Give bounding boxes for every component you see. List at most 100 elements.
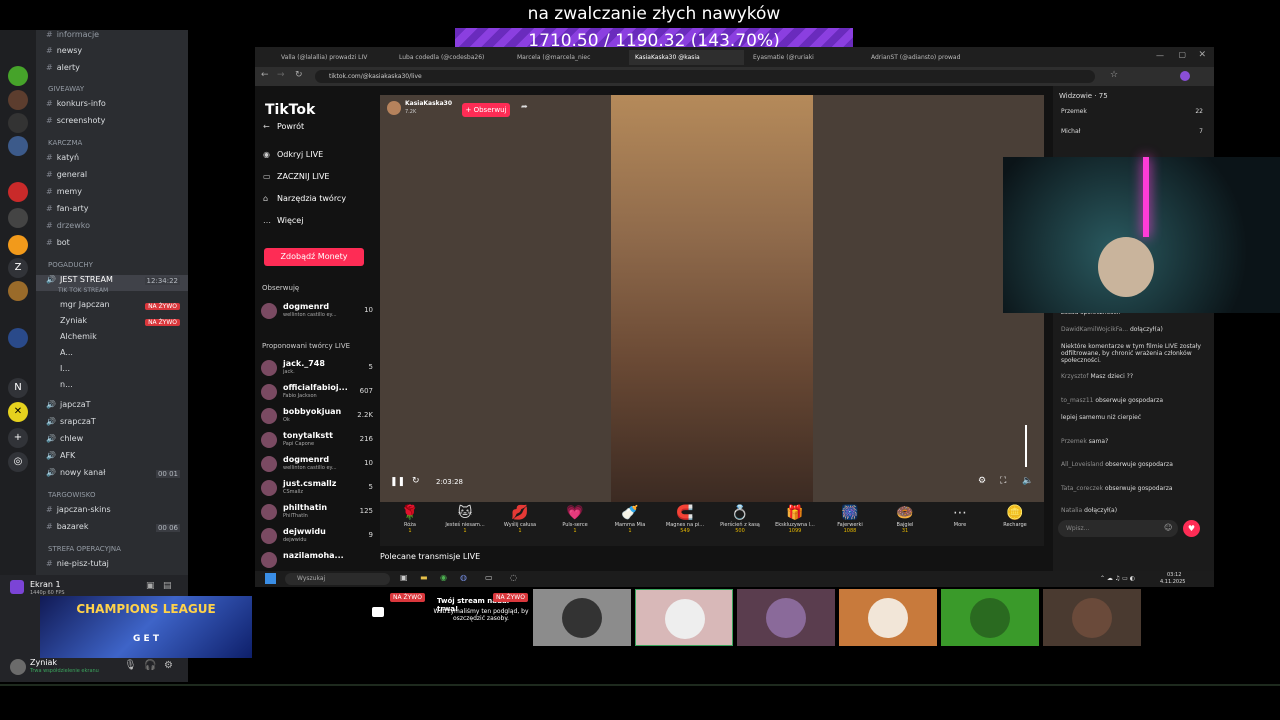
viewer-item[interactable]: Przemek 22	[1061, 108, 1211, 115]
volume-icon[interactable]: 🔈	[1022, 476, 1033, 486]
settings-icon[interactable]: ⚙	[978, 476, 986, 486]
server-icon[interactable]	[8, 136, 28, 156]
like-heart-button[interactable]: ♥	[1183, 520, 1200, 537]
discover-icon[interactable]: ◎	[8, 452, 28, 472]
host-avatar[interactable]	[387, 101, 401, 115]
account-item[interactable]: philthatin PhilThatIn 125	[261, 502, 373, 522]
participant-tile[interactable]	[1043, 589, 1141, 646]
account-item[interactable]: dogmenrd wellinton castillo ey... 10	[261, 301, 373, 321]
browser-tab[interactable]: Valla (@lalallia) prowadzi LIV	[275, 50, 390, 65]
nav-item[interactable]: ▭ ZACZNIJ LIVE	[263, 172, 329, 181]
gift-item[interactable]: 🧲 Magnes na pi... 549	[659, 504, 711, 544]
channel-item[interactable]: # drzewko	[36, 221, 188, 237]
add-server-icon[interactable]: +	[8, 428, 28, 448]
account-item[interactable]: bobbyokjuan Ok 2.2K	[261, 406, 373, 426]
account-item[interactable]: dejwwidu dejwwidu 9	[261, 526, 373, 546]
chat-username[interactable]: DawidKamilWojcikFa...	[1061, 326, 1128, 333]
forward-icon[interactable]: →	[277, 70, 285, 80]
nav-item[interactable]: … Więcej	[263, 216, 303, 225]
reload-icon[interactable]: ↻	[295, 70, 303, 80]
nav-item[interactable]: ◉ Odkryj LIVE	[263, 150, 323, 159]
voice-user[interactable]: Alchemik	[36, 332, 188, 348]
task-view-icon[interactable]: ▣	[400, 573, 408, 582]
channel-item[interactable]: # bot	[36, 238, 188, 254]
channel-item[interactable]: # alerty	[36, 63, 188, 79]
close-icon[interactable]: ✕	[1198, 50, 1206, 60]
gift-item[interactable]: 🎁 Ekskluzywna l... 1099	[769, 504, 821, 544]
server-icon[interactable]	[8, 90, 28, 110]
screen-settings-icon[interactable]: ▣	[146, 581, 155, 591]
server-icon[interactable]	[8, 182, 28, 202]
account-item[interactable]: just.csmallz CSmallz 5	[261, 478, 373, 498]
profile-avatar[interactable]	[1180, 71, 1190, 81]
discord-icon[interactable]: ◍	[460, 573, 467, 582]
channel-item[interactable]: # katyń	[36, 153, 188, 169]
url-input[interactable]: tiktok.com/@kasiakaska30/live	[315, 70, 1095, 83]
channel-item[interactable]: # general	[36, 170, 188, 186]
channel-item[interactable]: # nie-pisz-tutaj	[36, 559, 188, 575]
channel-item[interactable]: # informacje	[36, 30, 188, 46]
account-item[interactable]: dogmenrd wellinton castillo ey... 10	[261, 454, 373, 474]
explorer-icon[interactable]: ▬	[420, 573, 428, 582]
server-icon[interactable]	[8, 66, 28, 86]
gift-item[interactable]: 🍼 Mamma Mia 1	[604, 504, 656, 544]
live-video-player[interactable]: KasiaKaska30 7.2K + Obserwuj ➦ ❚❚ ↻ 2:03…	[380, 95, 1044, 502]
chat-username[interactable]: All_Loveisland	[1061, 461, 1103, 468]
refresh-icon[interactable]: ↻	[412, 476, 420, 486]
gift-item[interactable]: 🐱 Jesteś niesam... 1	[439, 504, 491, 544]
channel-item[interactable]: # konkurs-info	[36, 99, 188, 115]
chrome-icon[interactable]: ◉	[440, 573, 447, 582]
gift-item[interactable]: 💍 Pierścień z kasą 500	[714, 504, 766, 544]
server-icon[interactable]	[8, 208, 28, 228]
gift-item[interactable]: 💋 Wyślij całusa 1	[494, 504, 546, 544]
gear-icon[interactable]: ⚙	[164, 660, 173, 671]
channel-item[interactable]: # fan-arty	[36, 204, 188, 220]
chat-username[interactable]: Przemek	[1061, 438, 1087, 445]
channel-item[interactable]: 🔊 AFK	[36, 451, 188, 467]
participant-tile[interactable]	[737, 589, 835, 646]
gift-item[interactable]: ⋯ More	[934, 504, 986, 544]
emoji-icon[interactable]: ☺	[1164, 523, 1172, 532]
volume-slider[interactable]	[1025, 425, 1027, 467]
browser-tab[interactable]: Luba codedla (@codesba26)	[393, 50, 508, 65]
viewer-item[interactable]: Michał 7	[1061, 128, 1211, 135]
gift-item[interactable]: 🌹 Róża 1	[384, 504, 436, 544]
voice-user[interactable]: A...	[36, 348, 188, 364]
start-icon[interactable]	[265, 573, 276, 584]
host-name[interactable]: KasiaKaska30	[405, 100, 452, 107]
browser-tab[interactable]: AdrianST (@adiansto) prowad	[865, 50, 980, 65]
gift-item[interactable]: 🎆 Fajerwerki 1088	[824, 504, 876, 544]
server-icon[interactable]: ✕	[8, 402, 28, 422]
channel-item[interactable]: 🔊 srapczaT	[36, 417, 188, 433]
maximize-icon[interactable]: ▢	[1178, 50, 1186, 59]
tiktok-logo[interactable]: TikTok	[265, 102, 315, 118]
get-coins-button[interactable]: Zdobądź Monety	[264, 248, 364, 266]
account-item[interactable]: nazilamoha...	[261, 550, 373, 570]
follow-button[interactable]: + Obserwuj	[462, 103, 510, 117]
chat-username[interactable]: Krzysztof	[1061, 373, 1089, 380]
back-icon[interactable]: ←	[261, 70, 269, 80]
channel-item[interactable]: # screenshoty	[36, 116, 188, 132]
channel-item[interactable]: 🔊 nowy kanał 00 01	[36, 468, 188, 484]
server-icon[interactable]: Z	[8, 258, 28, 278]
gift-item[interactable]: 🍩 Bajgiel 31	[879, 504, 931, 544]
channel-item[interactable]: # bazarek 00 06	[36, 522, 188, 538]
app-icon[interactable]: ▭	[485, 573, 493, 582]
gift-item[interactable]: 🪙 Recharge	[989, 504, 1041, 544]
chat-username[interactable]: to_masz11	[1061, 397, 1093, 404]
channel-item[interactable]: # memy	[36, 187, 188, 203]
chat-username[interactable]: Tata_coreczek	[1061, 485, 1103, 492]
headphones-icon[interactable]: 🎧	[144, 660, 156, 671]
channel-item[interactable]: 🔊 japczaT	[36, 400, 188, 416]
app-icon[interactable]: ◌	[510, 573, 517, 582]
minimize-icon[interactable]: —	[1156, 51, 1164, 60]
account-item[interactable]: tonytalkstt Papi Capone 216	[261, 430, 373, 450]
account-item[interactable]: jack._748 jack. 5	[261, 358, 373, 378]
fullscreen-icon[interactable]: ⛶	[1000, 476, 1006, 486]
chat-input[interactable]: Wpisz...	[1058, 520, 1178, 537]
participant-tile[interactable]	[635, 589, 733, 646]
server-icon[interactable]	[8, 328, 28, 348]
participant-tile[interactable]	[839, 589, 937, 646]
pause-icon[interactable]: ❚❚	[390, 477, 405, 487]
account-item[interactable]: officialfabioj... Fabio Jackson 607	[261, 382, 373, 402]
